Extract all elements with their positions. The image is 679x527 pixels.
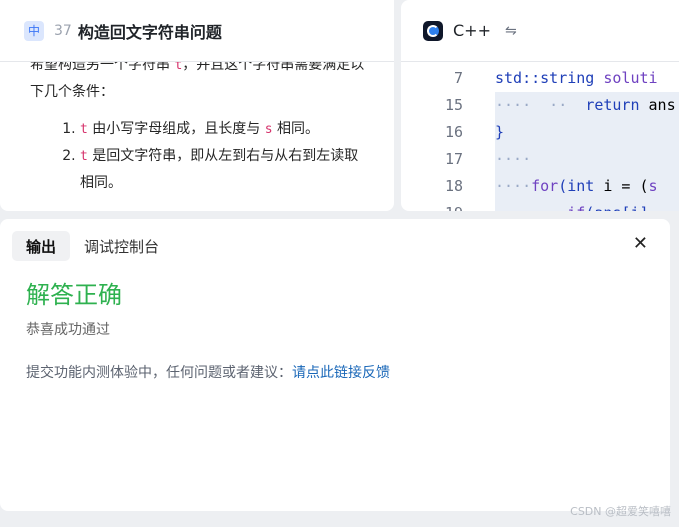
code-token: std::string <box>495 68 604 87</box>
code-token: ans <box>648 95 676 114</box>
code-token: if <box>567 204 585 212</box>
problem-title: 构造回文字符串问题 <box>77 22 222 42</box>
code-token: ( <box>558 176 568 195</box>
problem-header: 中 37 构造回文字符串问题 <box>0 0 394 62</box>
code-token: } <box>495 122 505 141</box>
code-text: ···· <box>495 150 531 168</box>
congrats-text: 恭喜成功通过 <box>26 322 110 338</box>
code-line[interactable]: 16} <box>401 118 679 145</box>
code-text: ········if(ans[i] <box>495 204 649 212</box>
indent-dots: ···· <box>495 176 532 195</box>
code-token: soluti <box>603 68 658 87</box>
output-tabs: 输出 调试控制台 <box>12 231 173 261</box>
result-status: 解答正确 <box>26 281 122 309</box>
line-number: 15 <box>444 95 463 114</box>
close-icon[interactable]: ✕ <box>633 233 648 254</box>
code-token: return <box>585 95 649 114</box>
line-number: 16 <box>444 122 463 141</box>
code-line[interactable]: 17 ···· <box>401 145 679 172</box>
indent-dots: ········ <box>495 204 567 212</box>
line-number: 7 <box>453 68 463 87</box>
problem-description: 希望构造另一个字符串 t，并且这个字符串需要满足以下几个条件： t 由小写字母组… <box>30 52 370 197</box>
code-area[interactable]: 7 std::string soluti 15 ···· ·· return ans 1… <box>401 64 679 212</box>
line-number: 18 <box>444 176 463 195</box>
code-token: int <box>567 176 595 195</box>
code-token: for <box>531 176 559 195</box>
code-line[interactable]: 19 ········if(ans[i] <box>401 199 679 212</box>
line-number: 19 <box>401 204 463 212</box>
code-text: } <box>495 123 504 141</box>
tab-debug-console[interactable]: 调试控制台 <box>70 231 173 261</box>
condition-item: t 由小写字母组成，且长度与 s 相同。 <box>80 116 370 143</box>
tab-output[interactable]: 输出 <box>12 231 71 261</box>
code-token: (ans[i] <box>585 204 648 212</box>
cpp-icon <box>423 20 443 41</box>
swap-icon[interactable]: ⇋ <box>505 23 517 39</box>
code-editor-panel: C++ ⇋ 7 std::string soluti15 ···· ·· retur… <box>401 0 679 211</box>
indent-dots: ···· ·· <box>495 95 586 114</box>
language-badge[interactable]: 中 <box>24 20 44 41</box>
code-line[interactable]: 7 std::string soluti <box>401 64 679 91</box>
output-panel: 输出 调试控制台 ✕ 解答正确 恭喜成功通过 提交功能内测体验中，任何问题或者建… <box>0 219 670 511</box>
code-line[interactable]: 18 ····for(int i = (s <box>401 172 679 199</box>
editor-header: C++ ⇋ <box>401 0 679 62</box>
feedback-text: 提交功能内测体验中，任何问题或者建议：请点此链接反馈 <box>26 365 390 381</box>
problem-number: 37 <box>54 22 72 39</box>
watermark: CSDN @超爱笑嘻嘻 <box>570 505 671 518</box>
code-text: std::string soluti <box>495 69 658 87</box>
code-token: s <box>648 176 658 195</box>
condition-item: t 是回文字符串，即从左到右与从右到左读取相同。 <box>80 143 370 197</box>
language-selector[interactable]: C++ <box>453 21 491 40</box>
problem-panel: 希望构造另一个字符串 t，并且这个字符串需要满足以下几个条件： t 由小写字母组… <box>0 0 394 211</box>
code-text: ····for(int i = (s <box>495 177 658 195</box>
conditions-list: t 由小写字母组成，且长度与 s 相同。 t 是回文字符串，即从左到右与从右到左… <box>30 116 370 197</box>
code-line[interactable]: 15 ···· ·· return ans <box>401 91 679 118</box>
feedback-link[interactable]: 请点此链接反馈 <box>292 365 390 381</box>
indent-dots: ···· <box>495 149 532 168</box>
code-text: ···· ·· return ans <box>495 96 676 114</box>
line-number: 17 <box>444 149 463 168</box>
code-token: i = ( <box>594 176 649 195</box>
